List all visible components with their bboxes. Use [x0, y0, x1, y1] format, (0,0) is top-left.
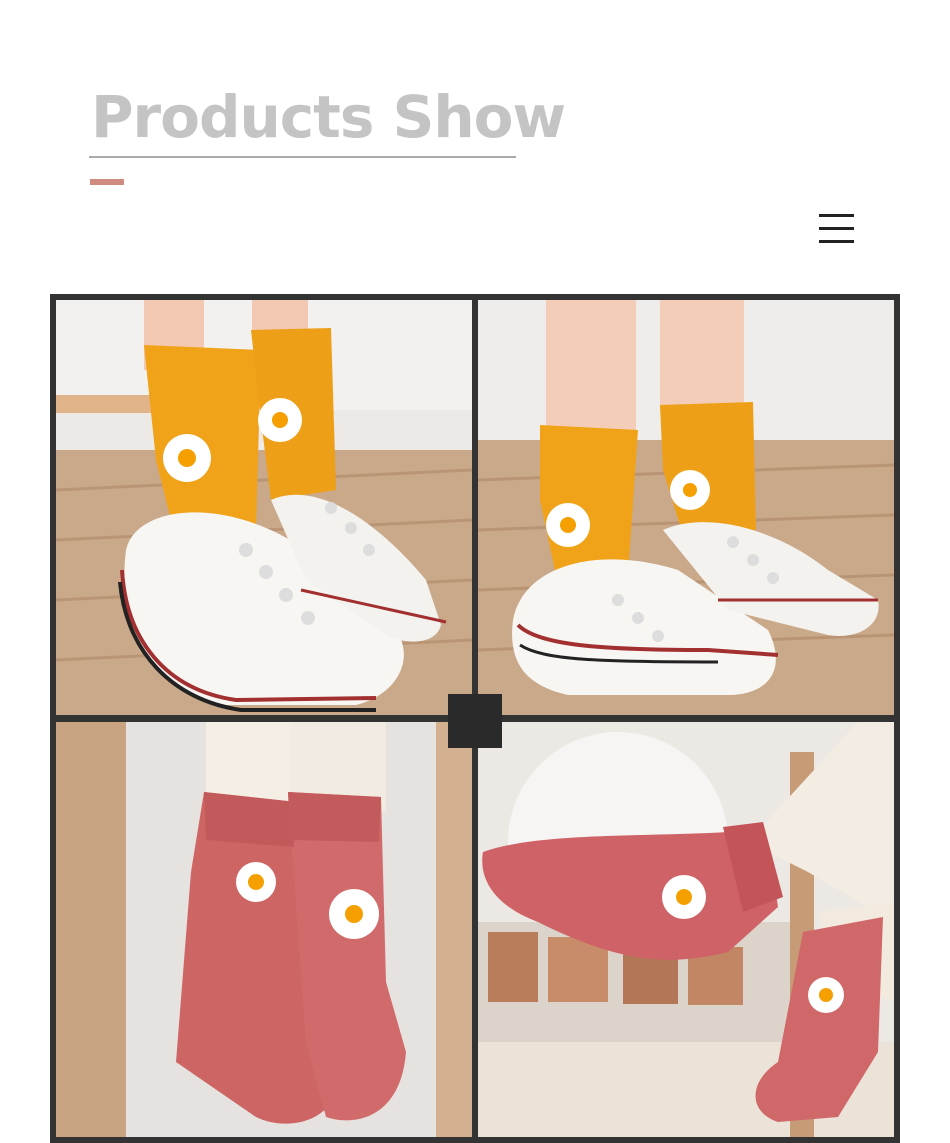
center-square-decoration: [448, 694, 502, 748]
product-photo-orange-socks-2[interactable]: [478, 300, 894, 715]
product-photo-pink-socks-sitting[interactable]: [478, 722, 894, 1137]
product-photo-pink-socks-standing[interactable]: [56, 722, 472, 1137]
title-underline: [89, 156, 516, 158]
section-title: Products Show: [91, 83, 566, 151]
hamburger-menu-icon[interactable]: [818, 212, 856, 246]
product-photo-orange-socks-1[interactable]: [56, 300, 472, 715]
accent-bar: [90, 179, 124, 185]
